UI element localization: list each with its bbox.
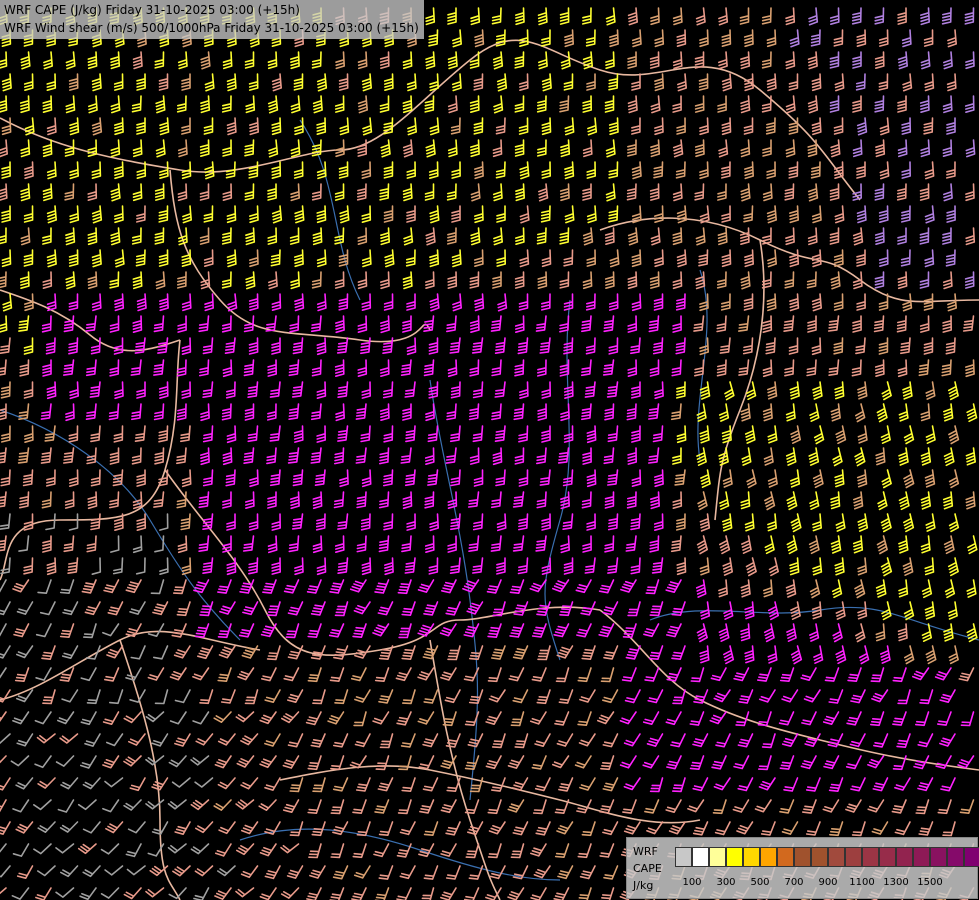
legend-swatch (709, 847, 726, 867)
legend-swatch (811, 847, 828, 867)
legend-tick-label: 1300 (883, 877, 909, 888)
legend-tick-label: 500 (750, 877, 770, 888)
legend-swatch (726, 847, 743, 867)
legend-swatch (964, 847, 979, 867)
legend-swatch (743, 847, 760, 867)
weather-map (0, 0, 979, 900)
title-cape: WRF CAPE (J/kg) Friday 31-10-2025 03:00 … (4, 3, 300, 17)
map-title-box: WRF CAPE (J/kg) Friday 31-10-2025 03:00 … (0, 0, 424, 39)
legend-swatch (675, 847, 692, 867)
legend-swatch (845, 847, 862, 867)
legend-swatch (862, 847, 879, 867)
legend-swatch (828, 847, 845, 867)
legend-swatch (794, 847, 811, 867)
legend-swatch (777, 847, 794, 867)
legend-field: CAPE (633, 862, 662, 875)
legend-swatch (760, 847, 777, 867)
legend-swatch (947, 847, 964, 867)
legend-model: WRF (633, 845, 658, 858)
legend-tick-label: 700 (784, 877, 804, 888)
legend-swatch (930, 847, 947, 867)
legend-tick-label: 900 (818, 877, 838, 888)
legend-unit: J/kg (633, 879, 654, 892)
legend-swatch (913, 847, 930, 867)
legend-tick-label: 100 (682, 877, 702, 888)
legend-tick-label: 1100 (849, 877, 875, 888)
title-wind-shear: WRF Wind shear (m/s) 500/1000hPa Friday … (4, 21, 419, 35)
legend-tick-label: 300 (716, 877, 736, 888)
legend-swatch (896, 847, 913, 867)
legend-swatch (692, 847, 709, 867)
legend-tick-label: 1500 (917, 877, 943, 888)
legend-swatch (879, 847, 896, 867)
cape-legend: WRF CAPE J/kg 100 300 500 700 900 1100 1300 150… (626, 837, 979, 899)
